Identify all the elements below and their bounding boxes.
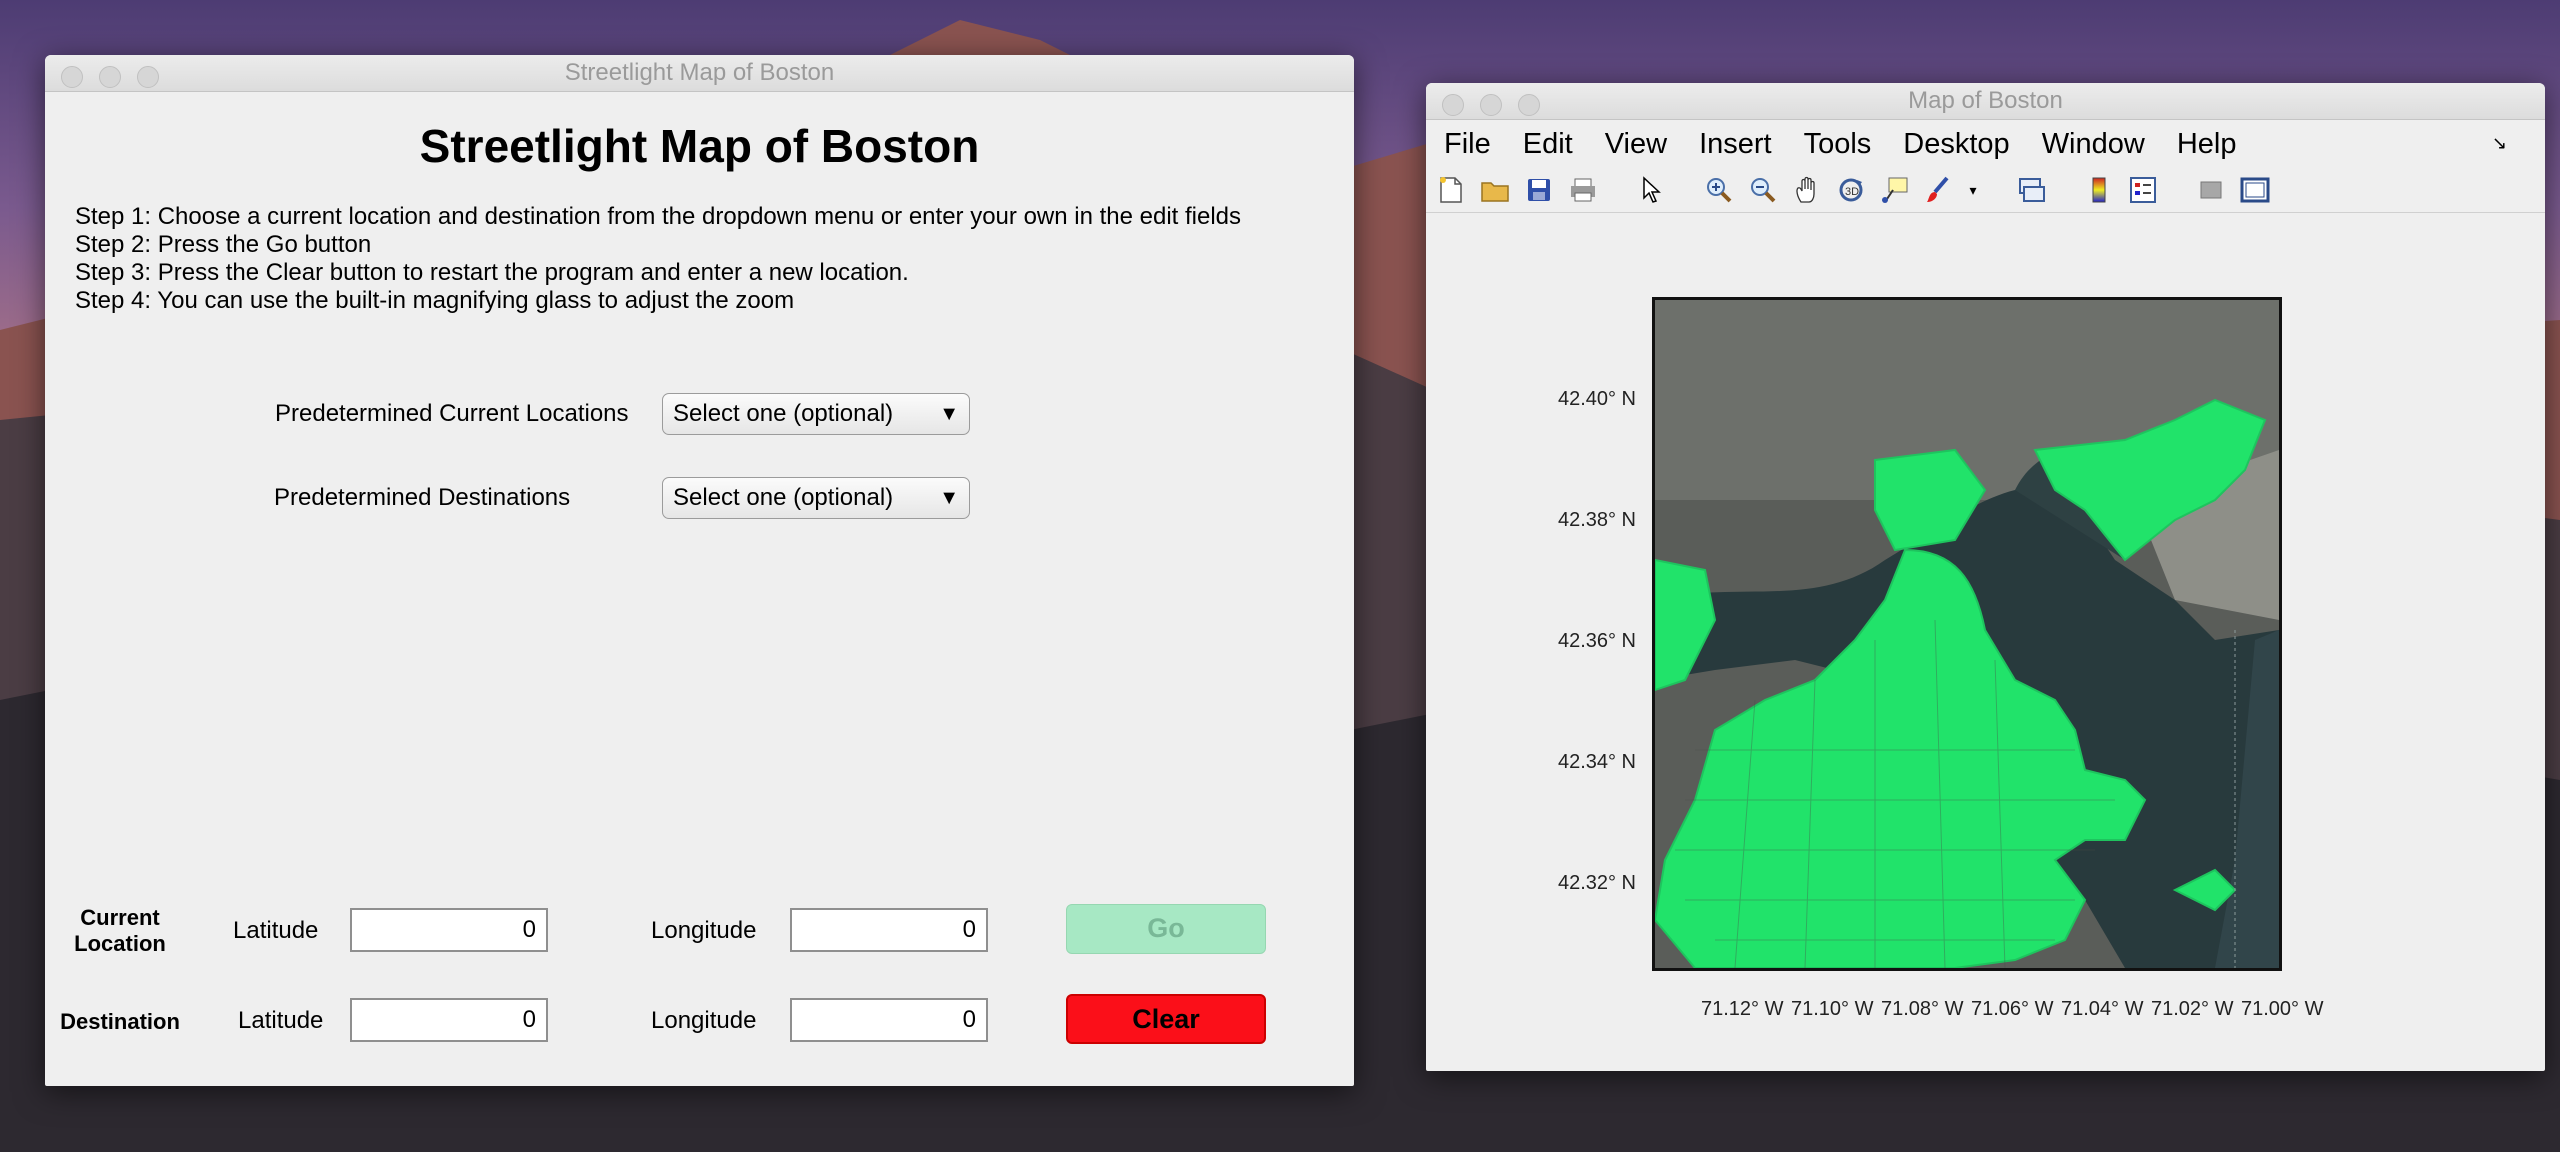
rotate-icon[interactable]: 3D: [1834, 173, 1868, 207]
current-latitude-label: Latitude: [233, 917, 319, 944]
show-tools-icon[interactable]: [2238, 173, 2272, 207]
go-button[interactable]: Go: [1066, 904, 1266, 954]
minimize-window-button[interactable]: [99, 66, 121, 88]
y-tick-label: 42.40° N: [1557, 388, 1636, 410]
step-2: Step 2: Press the Go button: [75, 231, 372, 258]
map-figure-window: Map of Boston File Edit View Insert Tool…: [1426, 83, 2545, 1071]
current-latitude-field[interactable]: 0: [350, 908, 548, 952]
zoom-out-icon[interactable]: [1746, 173, 1780, 207]
right-window-titlebar: Map of Boston: [1426, 83, 2545, 120]
brush-dropdown-icon[interactable]: ▾: [1966, 173, 1980, 207]
destination-latitude-field[interactable]: 0: [350, 998, 548, 1042]
x-tick-label: 71.08° W: [1881, 998, 1964, 1020]
satellite-map-image: [1655, 300, 2279, 968]
close-window-button[interactable]: [61, 66, 83, 88]
x-tick-label: 71.12° W: [1701, 998, 1784, 1020]
destination-latitude-label: Latitude: [238, 1007, 324, 1034]
zoom-window-button[interactable]: [137, 66, 159, 88]
menu-help[interactable]: Help: [2177, 128, 2237, 161]
menu-bar: File Edit View Insert Tools Desktop Wind…: [1426, 120, 2545, 168]
hide-tools-icon[interactable]: [2194, 173, 2228, 207]
app-heading: Streetlight Map of Boston: [419, 120, 980, 172]
dropdown-arrow-icon: ▼: [939, 403, 959, 425]
link-icon[interactable]: [2014, 173, 2048, 207]
new-figure-icon[interactable]: [1434, 173, 1468, 207]
destinations-label: Predetermined Destinations: [274, 484, 571, 511]
current-longitude-field[interactable]: 0: [790, 908, 988, 952]
pan-icon[interactable]: [1790, 173, 1824, 207]
clear-button[interactable]: Clear: [1066, 994, 1266, 1044]
svg-text:3D: 3D: [1845, 186, 1859, 198]
window-title: Streetlight Map of Boston: [564, 59, 835, 86]
window-title: Map of Boston: [1908, 87, 2063, 114]
dock-arrow-icon[interactable]: ↘: [2492, 133, 2507, 154]
menu-desktop[interactable]: Desktop: [1903, 128, 2009, 161]
y-tick-label: 42.36° N: [1557, 630, 1636, 652]
zoom-window-button[interactable]: [1518, 94, 1540, 116]
streetlight-app-window: Streetlight Map of Boston Streetlight Ma…: [45, 55, 1354, 1086]
y-tick-label: 42.34° N: [1557, 751, 1636, 773]
brush-icon[interactable]: [1922, 173, 1956, 207]
dropdown-arrow-icon: ▼: [939, 487, 959, 509]
destination-longitude-label: Longitude: [651, 1007, 757, 1034]
current-locations-label: Predetermined Current Locations: [275, 400, 629, 427]
zoom-in-icon[interactable]: [1702, 173, 1736, 207]
pointer-icon[interactable]: [1634, 173, 1668, 207]
menu-edit[interactable]: Edit: [1523, 128, 1573, 161]
x-tick-label: 71.06° W: [1971, 998, 2054, 1020]
minimize-window-button[interactable]: [1480, 94, 1502, 116]
current-locations-dropdown[interactable]: Select one (optional) ▼: [662, 393, 970, 435]
menu-view[interactable]: View: [1605, 128, 1667, 161]
step-4: Step 4: You can use the built-in magnify…: [75, 287, 795, 314]
destination-label: Destination: [60, 1009, 180, 1034]
current-locations-value: Select one (optional): [673, 400, 894, 427]
left-window-titlebar: Streetlight Map of Boston: [45, 55, 1354, 92]
close-window-button[interactable]: [1442, 94, 1464, 116]
menu-tools[interactable]: Tools: [1804, 128, 1872, 161]
print-icon[interactable]: [1566, 173, 1600, 207]
y-tick-label: 42.38° N: [1557, 509, 1636, 531]
destinations-dropdown[interactable]: Select one (optional) ▼: [662, 477, 970, 519]
instructions: Step 1: Choose a current location and de…: [75, 203, 1241, 315]
figure-toolbar: 3D ▾: [1426, 168, 2545, 213]
menu-window[interactable]: Window: [2042, 128, 2145, 161]
legend-icon[interactable]: [2126, 173, 2160, 207]
x-tick-label: 71.04° W: [2061, 998, 2144, 1020]
destinations-value: Select one (optional): [673, 484, 894, 511]
destination-longitude-field[interactable]: 0: [790, 998, 988, 1042]
current-longitude-label: Longitude: [651, 917, 757, 944]
step-1: Step 1: Choose a current location and de…: [75, 203, 1242, 230]
data-cursor-icon[interactable]: [1878, 173, 1912, 207]
current-location-label: Current Location: [74, 905, 166, 956]
x-tick-label: 71.10° W: [1791, 998, 1874, 1020]
step-3: Step 3: Press the Clear button to restar…: [75, 259, 909, 286]
menu-insert[interactable]: Insert: [1699, 128, 1772, 161]
open-icon[interactable]: [1478, 173, 1512, 207]
y-tick-label: 42.32° N: [1557, 872, 1636, 894]
x-tick-label: 71.02° W: [2151, 998, 2234, 1020]
x-tick-label: 71.00° W: [2241, 998, 2324, 1020]
map-axes[interactable]: [1652, 297, 2282, 971]
colorbar-icon[interactable]: [2082, 173, 2116, 207]
menu-file[interactable]: File: [1444, 128, 1491, 161]
save-icon[interactable]: [1522, 173, 1556, 207]
